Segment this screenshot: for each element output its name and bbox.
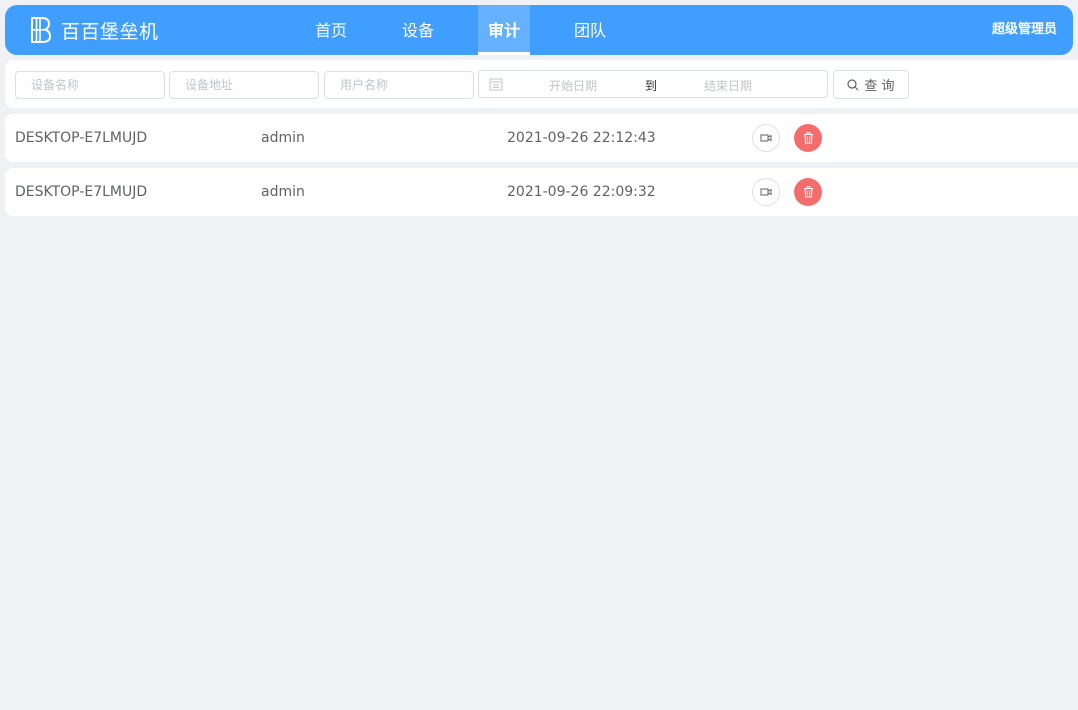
table-row: DESKTOP-E7LMUJD admin 2021-09-26 22:12:4…	[5, 114, 1078, 162]
nav-item-devices[interactable]: 设备	[385, 5, 451, 55]
delete-button[interactable]	[794, 178, 822, 206]
trash-icon	[803, 186, 813, 198]
device-name-cell: DESKTOP-E7LMUJD	[15, 184, 148, 200]
brand[interactable]: 百百堡垒机	[29, 5, 159, 55]
brand-logo-icon	[31, 17, 52, 43]
user-menu[interactable]: 超级管理员	[992, 5, 1057, 55]
username-cell: admin	[261, 130, 305, 146]
username-input[interactable]	[324, 71, 474, 99]
username-cell: admin	[261, 184, 305, 200]
query-button[interactable]: 查 询	[833, 70, 909, 99]
device-name-cell: DESKTOP-E7LMUJD	[15, 130, 148, 146]
video-camera-icon	[760, 188, 772, 196]
calendar-icon	[489, 78, 503, 91]
query-button-label: 查 询	[864, 79, 895, 94]
video-camera-icon	[760, 134, 772, 142]
filter-bar: 开始日期 到 结束日期 查 询	[5, 60, 1078, 108]
nav-item-home[interactable]: 首页	[298, 5, 364, 55]
search-icon	[847, 78, 859, 90]
nav-item-audit[interactable]: 审计	[478, 5, 530, 55]
date-range-separator: 到	[645, 79, 658, 93]
top-navbar: 百百堡垒机 首页 设备 审计 团队 超级管理员	[5, 5, 1073, 55]
play-recording-button[interactable]	[752, 178, 780, 206]
device-address-input[interactable]	[169, 71, 319, 99]
start-date-field[interactable]: 开始日期	[549, 77, 597, 94]
date-range-picker[interactable]: 开始日期 到 结束日期	[478, 70, 828, 98]
trash-icon	[803, 132, 813, 144]
table-row: DESKTOP-E7LMUJD admin 2021-09-26 22:09:3…	[5, 168, 1078, 216]
play-recording-button[interactable]	[752, 124, 780, 152]
nav-item-team[interactable]: 团队	[557, 5, 623, 55]
delete-button[interactable]	[794, 124, 822, 152]
brand-name: 百百堡垒机	[61, 20, 159, 43]
end-date-field[interactable]: 结束日期	[704, 77, 752, 94]
device-name-input[interactable]	[15, 71, 165, 99]
timestamp-cell: 2021-09-26 22:12:43	[507, 130, 656, 146]
timestamp-cell: 2021-09-26 22:09:32	[507, 184, 656, 200]
